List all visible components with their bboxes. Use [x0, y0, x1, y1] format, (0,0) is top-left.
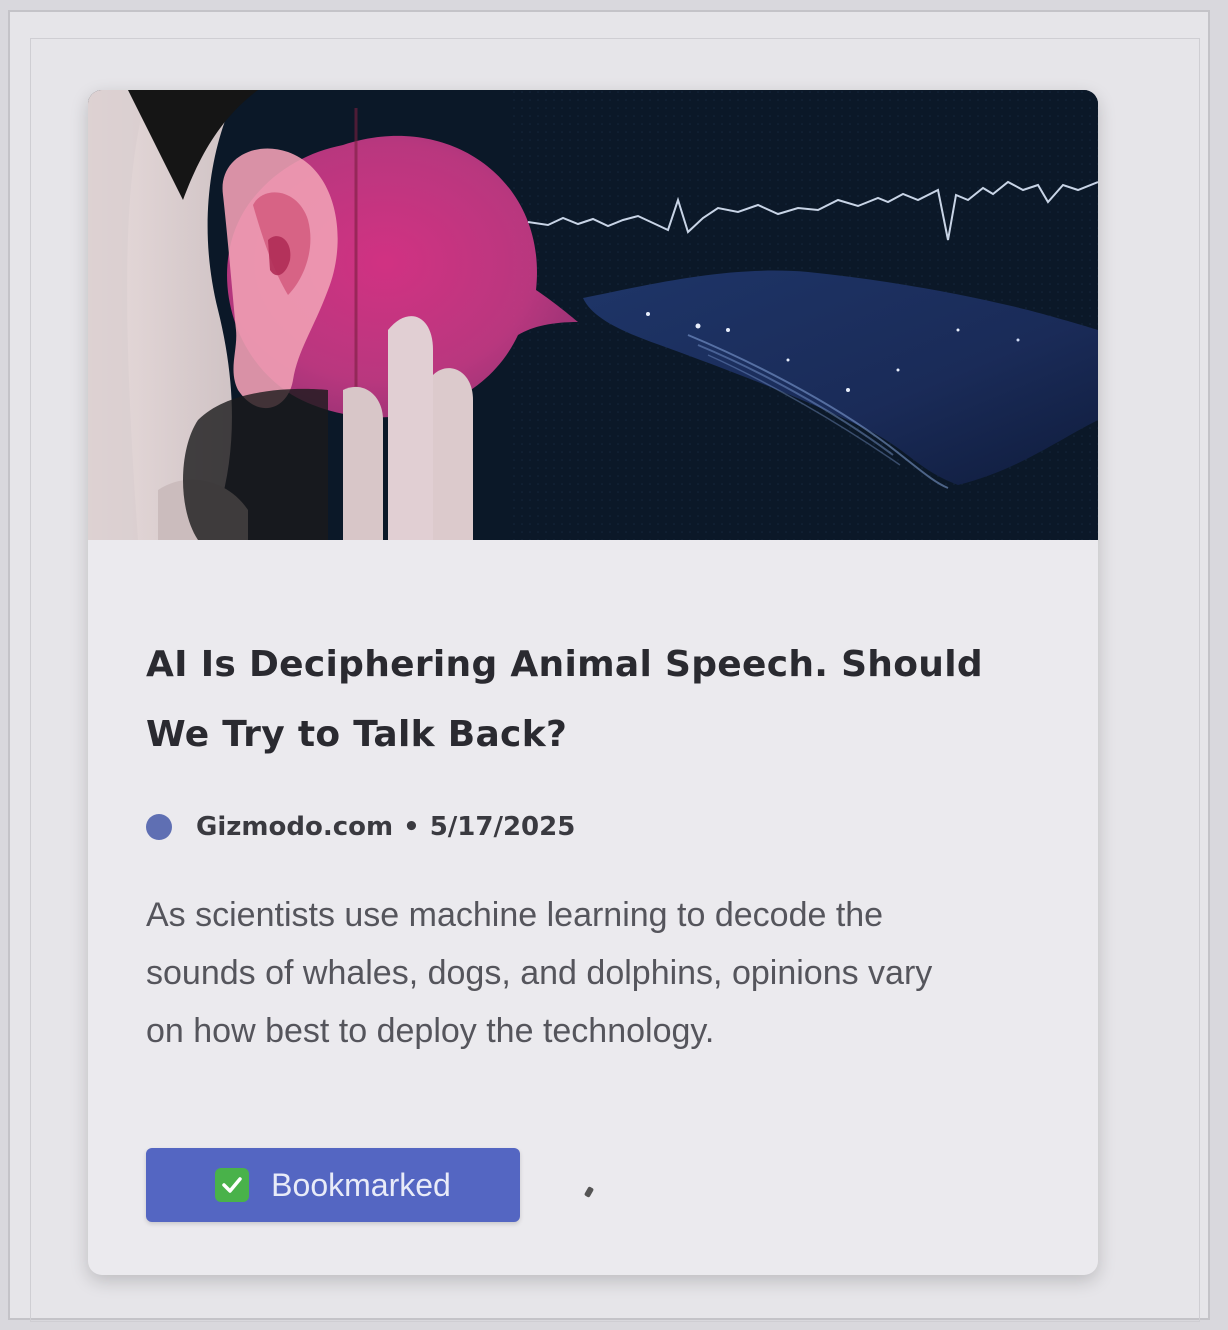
hero-illustration: [88, 90, 1098, 540]
article-meta: Gizmodo.com • 5/17/2025: [146, 812, 1036, 842]
bookmark-button[interactable]: Bookmarked: [146, 1148, 520, 1222]
screen: AI Is Deciphering Animal Speech. Should …: [8, 10, 1210, 1322]
article-summary: As scientists use machine learning to de…: [146, 896, 933, 1050]
article-source: Gizmodo.com: [196, 812, 394, 842]
article-title[interactable]: AI Is Deciphering Animal Speech. Should …: [146, 630, 1036, 770]
article-image[interactable]: [88, 90, 1098, 540]
bookmark-button-label: Bookmarked: [271, 1166, 451, 1203]
article-card[interactable]: AI Is Deciphering Animal Speech. Should …: [88, 90, 1098, 1275]
source-dot-icon: [146, 814, 172, 840]
meta-separator: •: [403, 812, 420, 842]
article-date: 5/17/2025: [429, 812, 576, 842]
article-content: AI Is Deciphering Animal Speech. Should …: [146, 630, 1036, 1060]
checkbox-checked-icon: [215, 1168, 250, 1202]
